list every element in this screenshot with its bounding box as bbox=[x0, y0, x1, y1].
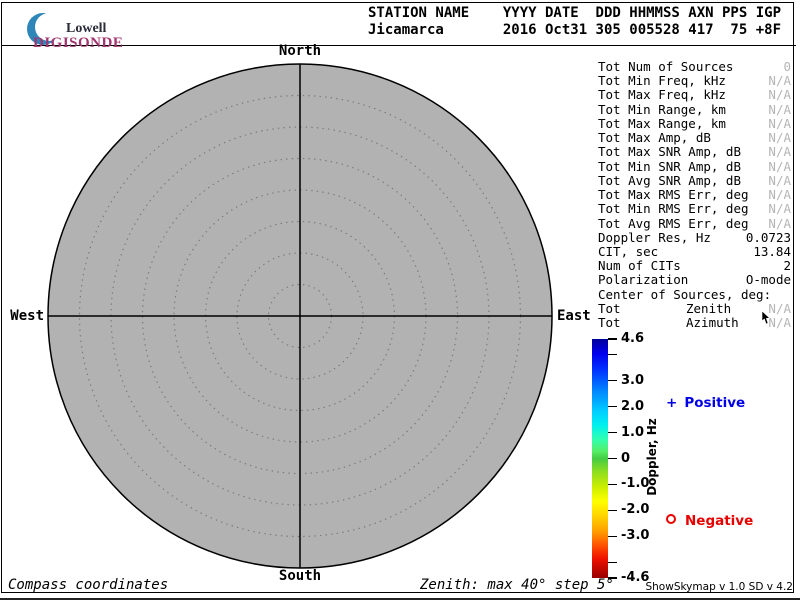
mouse-cursor-icon bbox=[761, 311, 773, 325]
stat-value: 0 bbox=[783, 60, 791, 74]
stat-label: Center of Sources, deg: bbox=[598, 288, 771, 302]
stat-row: Tot Max Freq, kHz N/A bbox=[598, 88, 791, 102]
zenith-ring bbox=[237, 253, 363, 379]
circle-marker-icon bbox=[666, 514, 676, 524]
stat-value: N/A bbox=[768, 202, 791, 216]
colorbar-tick-label: -2.0 bbox=[621, 502, 665, 518]
plus-marker-icon: + bbox=[666, 395, 677, 411]
software-version-caption: ShowSkymap v 1.0 SD v 4.2 bbox=[645, 581, 793, 593]
compass-label-north: North bbox=[270, 43, 330, 59]
stat-value: N/A bbox=[768, 103, 791, 117]
colorbar-tick bbox=[608, 562, 617, 564]
colorbar-tick bbox=[608, 432, 617, 434]
stat-row: Tot Min Freq, kHz N/A bbox=[598, 74, 791, 88]
stat-value: 0.0723 bbox=[746, 231, 791, 245]
stat-row: Num of CITs 2 bbox=[598, 259, 791, 273]
stat-value: N/A bbox=[768, 217, 791, 231]
stat-value: N/A bbox=[768, 131, 791, 145]
negative-label: Negative bbox=[685, 513, 753, 529]
station-header-row: STATION NAME YYYY DATE DDD HHMMSS AXN PP… bbox=[368, 5, 781, 22]
stat-value: N/A bbox=[768, 174, 791, 188]
zenith-ring bbox=[143, 159, 458, 474]
stat-row: Tot Num of Sources 0 bbox=[598, 60, 791, 74]
stat-value: O-mode bbox=[746, 273, 791, 287]
stat-sublabel: Azimuth bbox=[686, 316, 739, 330]
stat-row: Tot Max Amp, dB N/A bbox=[598, 131, 791, 145]
logo-digisonde-text: DIGISONDE bbox=[33, 35, 123, 52]
colorbar-tick bbox=[608, 338, 617, 340]
colorbar-tick bbox=[608, 510, 617, 512]
stat-value: N/A bbox=[768, 88, 791, 102]
stat-label: Tot Avg RMS Err, deg bbox=[598, 217, 749, 231]
zenith-ring bbox=[80, 96, 521, 537]
colorbar-tick bbox=[608, 458, 617, 460]
stat-row: Tot Avg RMS Err, deg N/A bbox=[598, 217, 791, 231]
colorbar-tick bbox=[608, 354, 617, 356]
stat-value: N/A bbox=[768, 188, 791, 202]
stat-label: Tot Avg SNR Amp, dB bbox=[598, 174, 741, 188]
stat-label: Tot Min Range, km bbox=[598, 103, 726, 117]
negative-doppler-legend: Negative bbox=[666, 513, 753, 529]
positive-doppler-legend: + Positive bbox=[666, 395, 745, 411]
stat-value: 2 bbox=[783, 259, 791, 273]
stat-row: Doppler Res, Hz 0.0723 bbox=[598, 231, 791, 245]
stat-label: Tot Min Freq, kHz bbox=[598, 74, 726, 88]
stat-label: Tot Max Amp, dB bbox=[598, 131, 711, 145]
positive-label: Positive bbox=[684, 395, 745, 411]
stat-row: CIT, sec 13.84 bbox=[598, 245, 791, 259]
stat-row: Center of Sources, deg: bbox=[598, 288, 791, 302]
coordinate-system-caption: Compass coordinates bbox=[8, 577, 168, 593]
zenith-ring bbox=[111, 127, 489, 505]
zenith-ring bbox=[174, 190, 426, 442]
stat-label: Tot Max Range, km bbox=[598, 117, 726, 131]
stat-value: N/A bbox=[768, 117, 791, 131]
stat-label: Tot Num of Sources bbox=[598, 60, 733, 74]
compass-label-west: West bbox=[7, 308, 44, 324]
stat-value: N/A bbox=[768, 145, 791, 159]
stat-label: Doppler Res, Hz bbox=[598, 231, 711, 245]
stat-label: Tot bbox=[598, 316, 621, 330]
stat-value: 13.84 bbox=[753, 245, 791, 259]
stat-row: Tot Min RMS Err, deg N/A bbox=[598, 202, 791, 216]
stat-row: Tot Avg SNR Amp, dB N/A bbox=[598, 174, 791, 188]
stat-row: Polarization O-mode bbox=[598, 273, 791, 287]
colorbar-tick bbox=[608, 380, 617, 382]
stat-value: N/A bbox=[768, 74, 791, 88]
stat-row: Tot Max SNR Amp, dB N/A bbox=[598, 145, 791, 159]
doppler-colorbar bbox=[592, 339, 608, 578]
stat-label: Tot Min SNR Amp, dB bbox=[598, 160, 741, 174]
stat-value: N/A bbox=[768, 160, 791, 174]
stat-label: CIT, sec bbox=[598, 245, 658, 259]
colorbar-tick-label: 4.6 bbox=[621, 331, 665, 347]
stat-label: Tot Max Freq, kHz bbox=[598, 88, 726, 102]
skymap-outer-circle bbox=[48, 64, 552, 568]
skymap-window: Lowell DIGISONDE STATION NAME YYYY DATE … bbox=[0, 0, 800, 600]
zenith-ring bbox=[269, 285, 332, 348]
stat-label: Tot bbox=[598, 302, 621, 316]
stat-label: Tot Max RMS Err, deg bbox=[598, 188, 749, 202]
colorbar-tick-label: 3.0 bbox=[621, 373, 665, 389]
colorbar-tick bbox=[608, 406, 617, 408]
colorbar-title: Doppler, Hz bbox=[645, 416, 659, 498]
colorbar-tick bbox=[608, 484, 617, 486]
stat-label: Polarization bbox=[598, 273, 688, 287]
stat-label: Num of CITs bbox=[598, 259, 681, 273]
zenith-range-caption: Zenith: max 40° step 5° bbox=[420, 577, 614, 593]
colorbar-tick bbox=[608, 536, 617, 538]
colorbar-tick-label: -3.0 bbox=[621, 528, 665, 544]
station-values-row: Jicamarca 2016 Oct31 305 005528 417 75 +… bbox=[368, 22, 781, 39]
stat-row: Tot Max Range, km N/A bbox=[598, 117, 791, 131]
stat-label: Tot Max SNR Amp, dB bbox=[598, 145, 741, 159]
colorbar-tick-label: 2.0 bbox=[621, 399, 665, 415]
zenith-ring bbox=[206, 222, 395, 411]
stat-label: Tot Min RMS Err, deg bbox=[598, 202, 749, 216]
stat-row: Tot Min Range, km N/A bbox=[598, 103, 791, 117]
stat-sublabel: Zenith bbox=[686, 302, 731, 316]
compass-label-south: South bbox=[270, 568, 330, 584]
stat-row: Tot Max RMS Err, deg N/A bbox=[598, 188, 791, 202]
zenith-rings bbox=[80, 96, 521, 537]
stat-row: Tot Min SNR Amp, dB N/A bbox=[598, 160, 791, 174]
digisonde-logo: Lowell DIGISONDE bbox=[14, 8, 194, 46]
